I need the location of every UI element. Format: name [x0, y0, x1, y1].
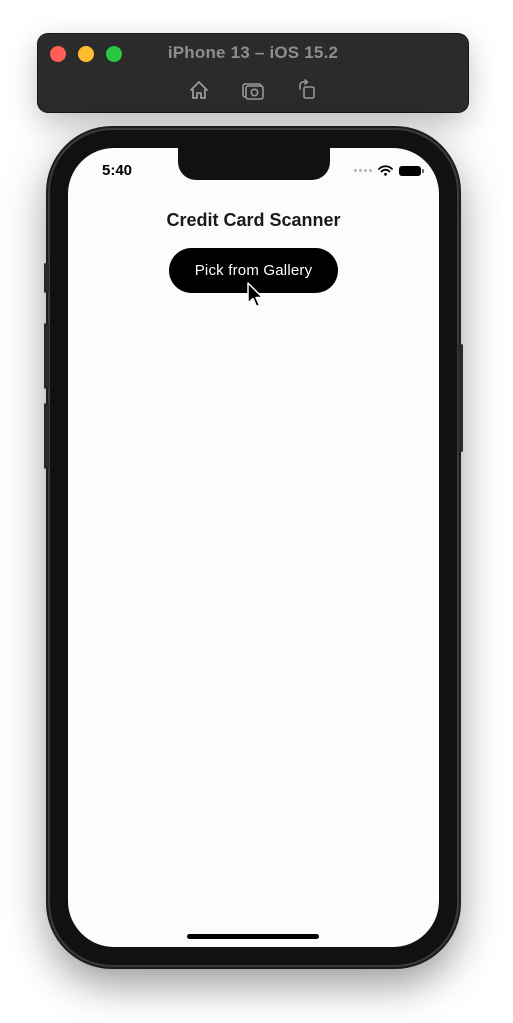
- simulator-toolbar: iPhone 13 – iOS 15.2: [38, 34, 468, 112]
- power-button: [458, 344, 463, 452]
- phone-screen: 5:40 Credit Card Scanner Pick from Galle…: [68, 148, 439, 947]
- rotate-icon[interactable]: [295, 78, 319, 102]
- simulator-stage: iPhone 13 – iOS 15.2 5:40 Credit Card Sc…: [0, 0, 513, 1023]
- screenshot-icon[interactable]: [241, 78, 265, 102]
- window-title: iPhone 13 – iOS 15.2: [167, 43, 339, 62]
- home-indicator[interactable]: [187, 934, 319, 939]
- mouse-cursor-icon: [247, 282, 264, 308]
- cellular-icon: [354, 169, 372, 172]
- iphone-frame: 5:40 Credit Card Scanner Pick from Galle…: [44, 130, 463, 965]
- status-icons: [354, 165, 424, 176]
- volume-up-button: [44, 323, 49, 389]
- home-icon[interactable]: [187, 78, 211, 102]
- notch: [178, 148, 330, 180]
- wifi-icon: [378, 165, 393, 176]
- volume-down-button: [44, 403, 49, 469]
- battery-icon: [399, 165, 424, 176]
- toolbar-icons: [38, 78, 468, 102]
- page-title: Credit Card Scanner: [166, 210, 341, 230]
- status-time: 5:40: [102, 162, 133, 179]
- mute-switch: [44, 263, 49, 293]
